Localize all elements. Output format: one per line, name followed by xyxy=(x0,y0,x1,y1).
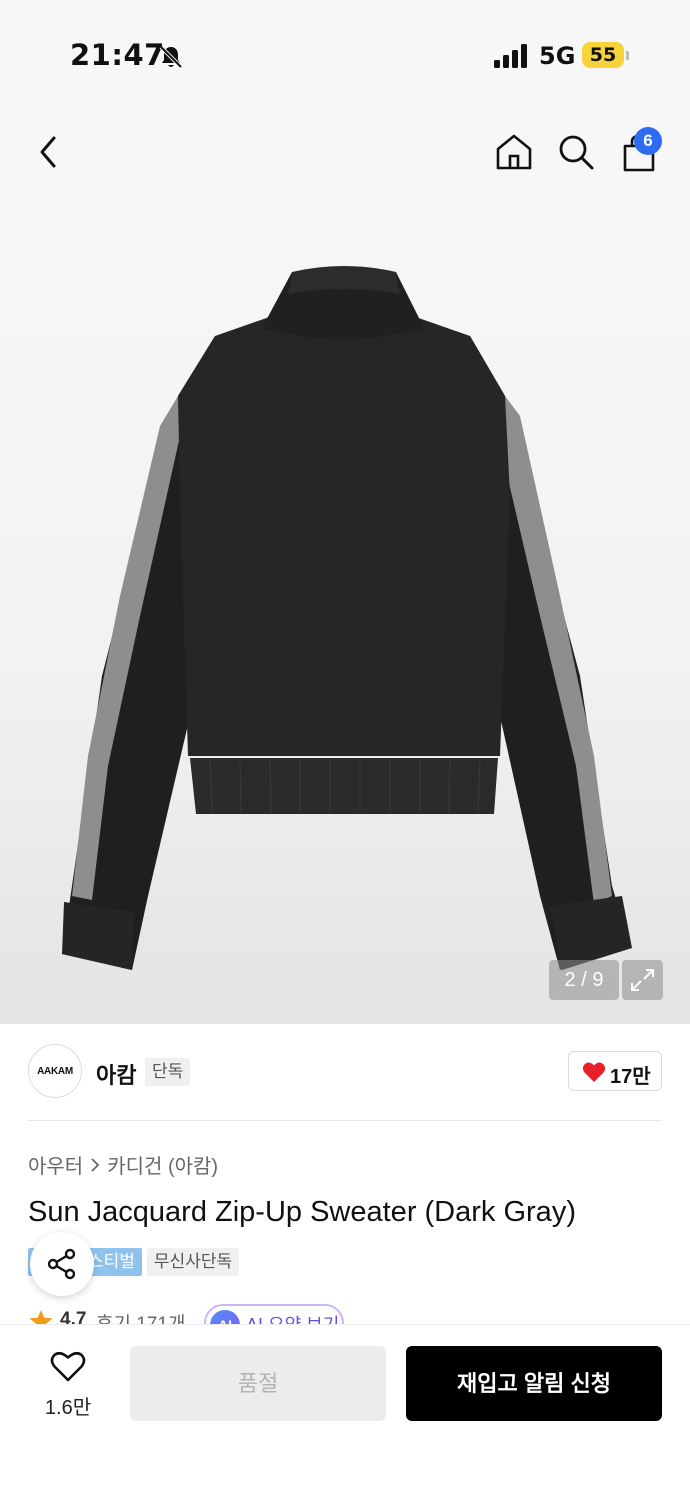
musinsa-exclusive-tag: 무신사단독 xyxy=(146,1248,240,1276)
breadcrumb-item-outer[interactable]: 아우터 xyxy=(28,1150,83,1179)
bottom-action-bar: 1.6만 품절 재입고 알림 신청 xyxy=(0,1324,690,1500)
wishlist-button[interactable]: 1.6만 xyxy=(28,1349,108,1423)
battery-indicator: 55 xyxy=(582,42,624,68)
product-title: Sun Jacquard Zip-Up Sweater (Dark Gray) xyxy=(28,1196,576,1228)
breadcrumb: 아우터 카디건 (아캄) xyxy=(28,1150,218,1179)
chevron-right-icon xyxy=(91,1157,100,1172)
signal-icon xyxy=(494,44,527,68)
expand-image-button[interactable] xyxy=(622,960,663,1000)
status-time: 21:47 xyxy=(70,38,165,72)
soldout-button[interactable]: 품절 xyxy=(130,1346,386,1421)
sweater-image xyxy=(62,266,632,970)
top-nav: 6 xyxy=(0,110,690,196)
bell-muted-icon xyxy=(159,45,183,69)
network-label: 5G xyxy=(539,42,576,70)
brand-row[interactable]: AAKAM 아캄 단독 17만 xyxy=(28,1040,662,1104)
home-icon[interactable] xyxy=(494,132,534,172)
restock-alert-button[interactable]: 재입고 알림 신청 xyxy=(406,1346,662,1421)
breadcrumb-item-cardigan[interactable]: 카디건 (아캄) xyxy=(107,1150,218,1179)
product-image-gallery[interactable]: 2 / 9 xyxy=(0,196,690,1024)
wishlist-count: 1.6만 xyxy=(44,1397,92,1419)
search-icon[interactable] xyxy=(556,132,596,172)
brand-exclusive-tag: 단독 xyxy=(145,1058,191,1086)
brand-logo[interactable]: AAKAM xyxy=(28,1044,82,1098)
brand-name[interactable]: 아캄 xyxy=(96,1058,136,1090)
heart-outline-icon xyxy=(50,1351,86,1382)
status-bar: 21:47 5G 55 xyxy=(0,0,690,110)
back-icon[interactable] xyxy=(30,132,66,172)
brand-like-button[interactable]: 17만 xyxy=(568,1051,662,1091)
brand-like-count: 17만 xyxy=(610,1066,651,1088)
share-button[interactable] xyxy=(30,1232,94,1296)
heart-filled-icon xyxy=(582,1062,606,1082)
expand-icon xyxy=(631,969,654,991)
divider xyxy=(28,1120,662,1121)
battery-tip xyxy=(626,51,629,60)
image-counter: 2 / 9 xyxy=(549,960,619,1000)
share-icon xyxy=(47,1248,76,1280)
cart-count-badge: 6 xyxy=(634,127,662,155)
